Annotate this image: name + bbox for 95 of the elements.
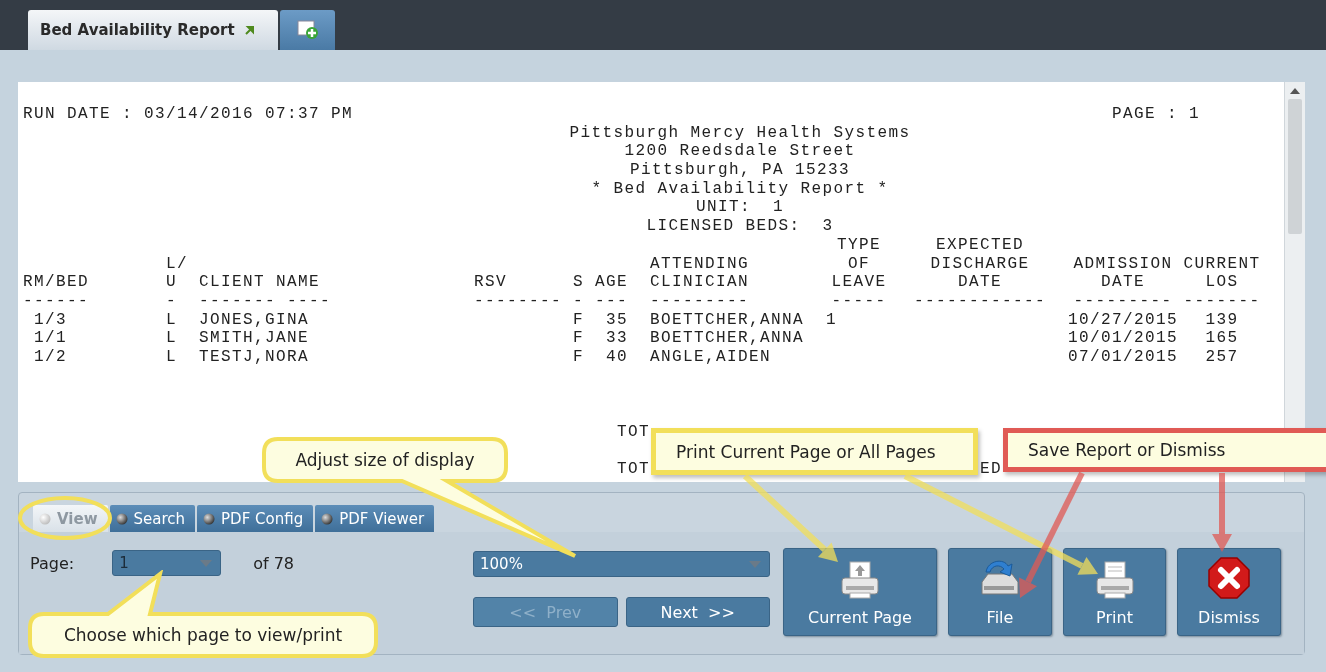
column-rule: ----- — [831, 291, 887, 311]
table-cell: TESTJ,NORA — [199, 347, 309, 367]
column-header: L/ — [166, 254, 188, 274]
view-tab[interactable]: View — [33, 505, 108, 532]
column-header: TYPE — [837, 235, 881, 255]
table-cell: SMITH,JANE — [199, 329, 309, 348]
column-rule: --------- — [1073, 291, 1173, 311]
table-cell: JONES,GINA — [199, 310, 309, 330]
table-cell: 1/1 — [34, 329, 67, 348]
column-rule: -------- — [474, 291, 562, 311]
report-title-line: * Bed Availability Report * — [591, 179, 889, 198]
table-cell: BOETTCHER,ANNA — [650, 329, 805, 348]
printer-icon — [840, 560, 880, 600]
page-label: Page: — [30, 553, 75, 573]
column-header: ATTENDING — [650, 254, 749, 274]
column-header: ADMISSION — [1073, 254, 1173, 274]
page-number: PAGE : 1 — [1112, 105, 1201, 124]
table-cell: 33 — [606, 329, 628, 348]
page-count: of 78 — [253, 553, 294, 573]
report-title-line: 1200 Reedsdale Street — [624, 142, 856, 161]
column-header: EXPECTED — [936, 235, 1024, 255]
view-tab[interactable]: Search — [109, 505, 196, 532]
add-document-icon — [296, 20, 319, 40]
caret-icon — [200, 559, 213, 567]
document-tab[interactable]: Bed Availability Report — [28, 10, 278, 50]
new-tab-button[interactable] — [280, 10, 335, 50]
column-header: OF — [848, 254, 870, 274]
column-header: U — [166, 273, 177, 292]
table-cell: 35 — [606, 310, 628, 330]
action-button[interactable]: Current Page — [783, 548, 937, 636]
table-cell: F — [573, 310, 584, 330]
callout-box: Save Report or Dismiss — [1003, 428, 1326, 472]
table-cell: 1 — [826, 310, 837, 330]
radio-dot-icon — [203, 512, 216, 525]
table-cell: 1/2 — [34, 347, 67, 367]
column-rule: --- — [595, 291, 628, 311]
table-cell: 10/27/2015 — [1068, 310, 1178, 330]
report-title-line: Pittsburgh, PA 15233 — [630, 161, 850, 180]
table-cell: L — [166, 347, 177, 367]
action-button[interactable]: File — [948, 548, 1052, 636]
column-header: S — [573, 273, 584, 292]
column-header: LOS — [1205, 273, 1239, 292]
column-header: CLIENT NAME — [199, 273, 321, 292]
run-date: RUN DATE : 03/14/2016 07:37 PM — [23, 105, 354, 124]
view-tab[interactable]: PDF Viewer — [315, 505, 435, 532]
table-cell: ANGLE,AIDEN — [650, 347, 772, 367]
column-rule: - — [166, 291, 177, 311]
table-cell: 40 — [606, 347, 628, 367]
column-rule: ------- ---- — [199, 291, 332, 311]
table-cell: 1/3 — [34, 310, 67, 330]
printer-icon — [1094, 560, 1135, 600]
page-nav-button[interactable]: Next >> — [625, 597, 770, 627]
table-cell: F — [573, 347, 584, 367]
column-header: CLINICIAN — [650, 273, 749, 292]
column-rule: - — [573, 291, 584, 311]
action-button[interactable]: Dismiss — [1177, 548, 1281, 636]
scroll-up-icon[interactable] — [1289, 86, 1301, 96]
column-header: AGE — [595, 273, 628, 292]
table-cell: 165 — [1205, 329, 1239, 348]
column-header: RM/BED — [23, 273, 89, 292]
column-header: RSV — [474, 273, 507, 292]
callout-box: Print Current Page or All Pages — [651, 428, 978, 475]
column-rule: --------- — [650, 291, 749, 311]
column-rule: ------ — [23, 291, 89, 311]
close-icon — [1207, 556, 1251, 600]
action-button[interactable]: Print — [1063, 548, 1166, 636]
total-line-fragment: TOT — [617, 460, 650, 479]
radio-dot-icon — [39, 512, 51, 525]
column-header: LEAVE — [831, 273, 887, 292]
table-cell: L — [166, 310, 177, 330]
page-dropdown[interactable]: 1 — [112, 550, 222, 576]
table-cell: 139 — [1205, 310, 1239, 330]
table-cell: 10/01/2015 — [1068, 329, 1178, 348]
total-line-fragment: ED — [980, 460, 1002, 479]
column-header: DATE — [1101, 273, 1145, 292]
column-rule: ------------ — [914, 291, 1046, 311]
table-cell: BOETTCHER,ANNA — [650, 310, 805, 330]
report-title-line: UNIT: 1 — [696, 198, 784, 217]
radio-dot-icon — [115, 512, 128, 525]
column-header: DISCHARGE — [930, 254, 1030, 274]
table-cell: 257 — [1205, 347, 1239, 367]
caret-icon — [749, 560, 761, 568]
table-cell: L — [166, 329, 177, 348]
view-tab[interactable]: PDF Config — [197, 505, 314, 532]
column-header: DATE — [958, 273, 1002, 292]
table-cell: 07/01/2015 — [1068, 347, 1178, 367]
column-header: CURRENT — [1183, 254, 1261, 274]
column-rule: ------- — [1183, 291, 1261, 311]
zoom-dropdown[interactable]: 100% — [473, 551, 770, 577]
scrollbar-thumb[interactable] — [1288, 99, 1302, 234]
radio-dot-icon — [321, 512, 334, 525]
report-title-line: Pittsburgh Mercy Health Systems — [569, 123, 911, 142]
table-cell: F — [573, 329, 584, 348]
total-line-fragment: TOT — [617, 422, 650, 442]
report-title-line: LICENSED BEDS: 3 — [646, 217, 834, 236]
